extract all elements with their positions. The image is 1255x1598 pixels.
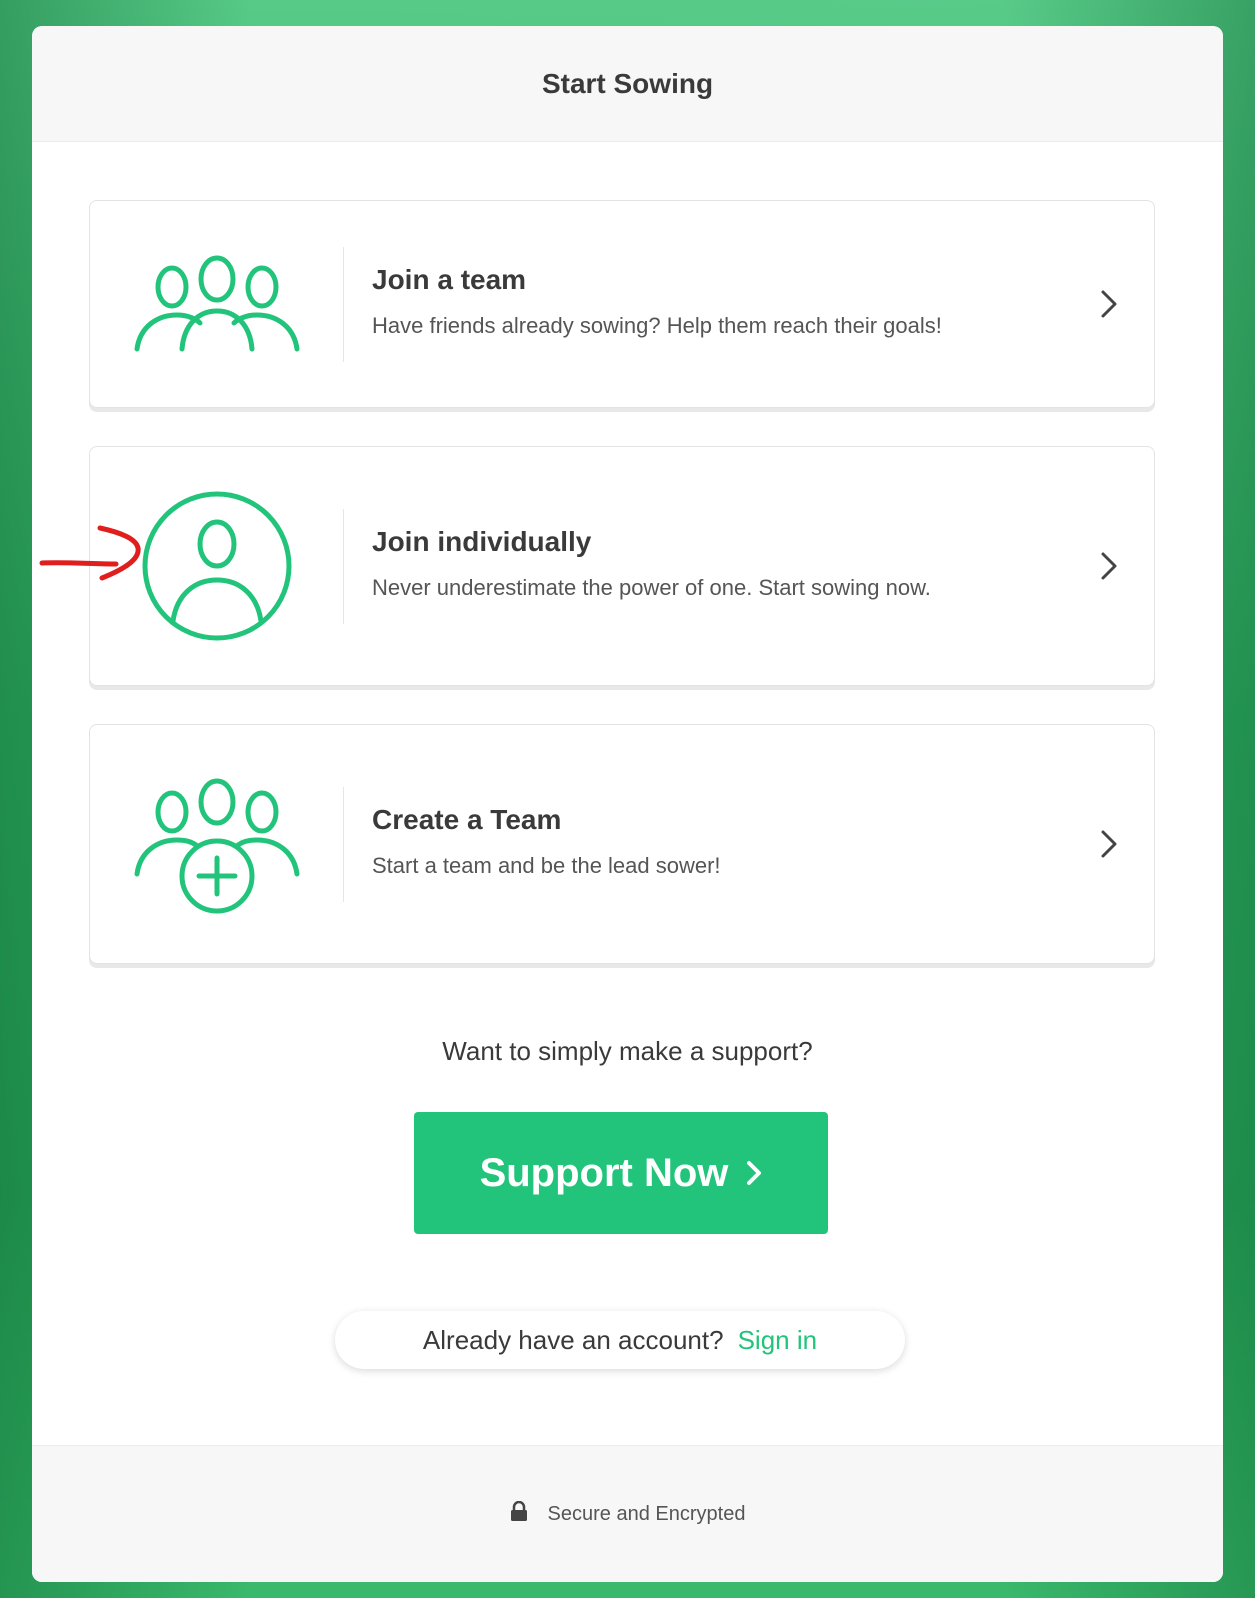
option-description: Have friends already sowing? Help them r… [372,313,942,338]
chevron-right-icon [746,1151,762,1196]
sign-in-link[interactable]: Sign in [738,1325,818,1356]
option-title: Create a Team [372,804,562,835]
group-icon [90,249,343,359]
secure-text: Secure and Encrypted [547,1502,746,1525]
support-now-label: Support Now [479,1150,729,1195]
join-individually-option[interactable]: Join individually Never underestimate th… [89,446,1155,686]
signup-card: Start Sowing Join a team Have friends al… [32,26,1223,1582]
signin-prompt-text: Already have an account? [422,1324,724,1355]
chevron-right-icon [1064,829,1154,859]
create-team-option[interactable]: Create a Team Start a team and be the le… [89,724,1155,964]
option-description: Never underestimate the power of one. St… [372,575,931,600]
chevron-right-icon [1064,289,1154,319]
page-title: Start Sowing [541,67,714,99]
option-title: Join individually [372,526,592,557]
lock-icon [510,1500,528,1527]
chevron-right-icon [1064,551,1154,581]
group-add-icon [90,774,343,914]
join-team-option[interactable]: Join a team Have friends already sowing?… [89,200,1155,408]
option-description: Start a team and be the lead sower! [372,853,721,878]
support-prompt: Want to simply make a support? [442,1036,813,1066]
option-title: Join a team [372,264,527,295]
card-header: Start Sowing [32,26,1223,142]
signin-prompt: Already have an account? Sign in [335,1311,905,1369]
support-now-button[interactable]: Support Now [414,1112,828,1234]
card-footer: Secure and Encrypted [32,1445,1223,1582]
annotation-arrow-icon [38,522,148,597]
